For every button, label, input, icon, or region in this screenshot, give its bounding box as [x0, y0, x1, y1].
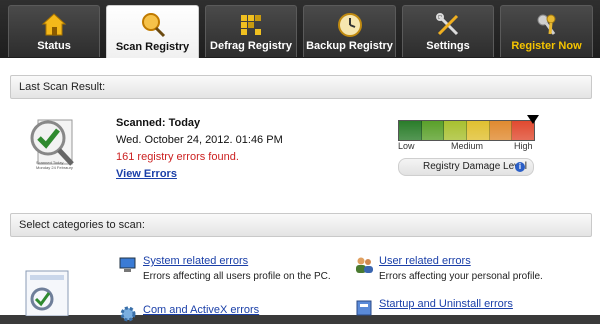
gear-icon [120, 306, 136, 322]
tab-label: Status [37, 40, 71, 52]
last-scan-header: Last Scan Result: [10, 75, 592, 99]
damage-segment [421, 121, 445, 140]
tab-label: Backup Registry [306, 40, 393, 52]
view-errors-link[interactable]: View Errors [116, 168, 177, 180]
scan-datetime: Wed. October 24, 2012. 01:46 PM [116, 134, 283, 146]
damage-segment [489, 121, 513, 140]
tab-label: Register Now [511, 40, 582, 52]
scan-info: Scanned: Today Wed. October 24, 2012. 01… [116, 115, 283, 183]
icon-caption-line-2: Monday 24 Febraury [36, 165, 73, 170]
tab-defrag-registry[interactable]: Defrag Registry [205, 5, 297, 57]
home-icon [41, 13, 67, 36]
info-icon[interactable]: i [515, 162, 525, 172]
tab-scan-registry[interactable]: Scan Registry [106, 5, 199, 58]
tab-register-now[interactable]: Register Now [500, 5, 593, 57]
category-description: Errors affecting all users profile on th… [143, 271, 331, 282]
startup-icon [356, 300, 372, 316]
registry-scan-icon [25, 270, 69, 316]
category-title[interactable]: Startup and Uninstall errors [379, 298, 513, 310]
tools-icon [436, 13, 459, 36]
tab-settings[interactable]: Settings [402, 5, 494, 57]
defrag-blocks-icon [241, 15, 261, 35]
damage-segment [399, 121, 422, 140]
scanned-label: Scanned: Today [116, 117, 201, 129]
category-title[interactable]: System related errors [143, 255, 248, 267]
tab-bar: Status Scan Registry Defrag Registry Bac… [0, 0, 600, 58]
tab-label: Defrag Registry [210, 40, 292, 52]
damage-low-label: Low [398, 141, 415, 151]
computer-icon [119, 257, 136, 272]
tab-backup-registry[interactable]: Backup Registry [303, 5, 396, 57]
magnifier-icon [141, 13, 165, 38]
damage-high-label: High [514, 141, 533, 151]
category-description: Errors affecting your personal profile. [379, 271, 543, 282]
damage-meter [398, 120, 535, 141]
clock-icon [337, 13, 362, 37]
scan-document-icon: Scanned Today Monday 24 Febraury [30, 119, 74, 170]
damage-level-badge: Registry Damage Level i [398, 158, 534, 176]
keys-icon [537, 14, 555, 35]
categories-header: Select categories to scan: [10, 213, 592, 237]
damage-segment [467, 121, 490, 140]
damage-level-label: Registry Damage Level [423, 161, 527, 172]
category-title[interactable]: User related errors [379, 255, 471, 267]
damage-segment [444, 121, 468, 140]
users-icon [356, 257, 373, 273]
tab-label: Settings [426, 40, 470, 52]
main-panel: Last Scan Result: Scanned Today Monday 2… [0, 58, 600, 322]
errors-found: 161 registry errors found. [116, 151, 239, 163]
damage-medium-label: Medium [451, 141, 484, 151]
tab-status[interactable]: Status [8, 5, 100, 57]
damage-pointer-icon [527, 115, 539, 124]
category-title[interactable]: Com and ActiveX errors [143, 304, 259, 316]
tab-label: Scan Registry [115, 41, 190, 53]
